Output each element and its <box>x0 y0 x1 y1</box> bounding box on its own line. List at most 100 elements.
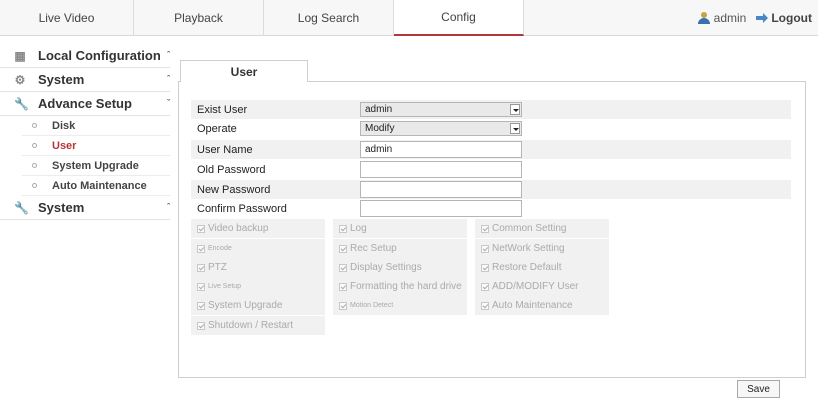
sidebar-item-label: Auto Maintenance <box>52 179 147 192</box>
user-name-row: User Name admin <box>191 140 791 159</box>
perm-label: Auto Maintenance <box>492 300 573 311</box>
tab-user[interactable]: User <box>180 60 308 82</box>
bullet-icon <box>32 183 37 188</box>
wrench-icon: 🔧 <box>14 201 29 215</box>
sidebar-system[interactable]: ⚙ System ˆ <box>0 68 170 92</box>
section-label: System <box>38 200 85 215</box>
tab-config[interactable]: Config <box>394 0 524 36</box>
perm-label: Video backup <box>208 223 269 234</box>
save-button[interactable]: Save <box>737 380 780 398</box>
bullet-icon <box>32 123 37 128</box>
perm-label: Rec Setup <box>350 243 397 254</box>
perm-label: Display Settings <box>350 262 422 273</box>
perm-label: Log <box>350 223 367 234</box>
tab-live-video[interactable]: Live Video <box>0 0 134 36</box>
confirm-password-row: Confirm Password <box>191 199 791 218</box>
checkbox-icon <box>481 224 489 233</box>
dropdown-arrow-icon <box>510 104 520 115</box>
select-value: admin <box>365 104 393 115</box>
perm-label: Encode <box>208 245 232 252</box>
checkbox-icon <box>339 224 347 233</box>
user-name-input[interactable]: admin <box>360 141 522 158</box>
wrench-icon: 🔧 <box>14 97 29 111</box>
top-nav: Live Video Playback Log Search Config ad… <box>0 0 818 36</box>
new-password-label: New Password <box>197 183 271 196</box>
old-password-label: Old Password <box>197 163 266 176</box>
perm-label: Motion Detect <box>350 302 394 309</box>
checkbox-icon <box>339 244 347 253</box>
perm-log[interactable]: Log <box>333 219 467 238</box>
new-password-input[interactable] <box>360 181 522 198</box>
perm-formatting-hard-drive[interactable]: Formatting the hard drive <box>333 277 467 296</box>
checkbox-icon <box>481 263 489 272</box>
perm-video-backup[interactable]: Video backup <box>191 219 325 238</box>
sidebar-item-system-upgrade[interactable]: System Upgrade <box>22 156 170 176</box>
checkbox-icon <box>481 244 489 253</box>
user-icon <box>697 12 710 24</box>
checkbox-icon <box>197 263 205 272</box>
perm-label: Restore Default <box>492 262 562 273</box>
checkbox-icon <box>481 282 489 291</box>
monitor-icon: ▦ <box>14 49 26 63</box>
checkbox-icon <box>197 321 205 330</box>
perm-system-upgrade[interactable]: System Upgrade <box>191 296 325 315</box>
perm-display-settings[interactable]: Display Settings <box>333 258 467 277</box>
perm-shutdown-restart[interactable]: Shutdown / Restart <box>191 316 325 335</box>
sidebar-item-label: User <box>52 139 77 152</box>
chevron-up-icon: ˆ <box>167 74 170 84</box>
perm-encode[interactable]: Encode <box>191 239 325 258</box>
perm-rec-setup[interactable]: Rec Setup <box>333 239 467 258</box>
perm-motion-detect[interactable]: Motion Detect <box>333 296 467 315</box>
perm-auto-maintenance[interactable]: Auto Maintenance <box>475 296 609 315</box>
sidebar-item-user[interactable]: User <box>22 136 170 156</box>
user-area: admin Logout <box>697 0 818 36</box>
confirm-password-input[interactable] <box>360 200 522 217</box>
logout-link[interactable]: Logout <box>756 11 812 25</box>
sidebar-item-disk[interactable]: Disk <box>22 116 170 136</box>
sidebar: ▦ Local Configuration ˆ ⚙ System ˆ 🔧 Adv… <box>0 44 170 220</box>
checkbox-icon <box>339 301 347 310</box>
perm-restore-default[interactable]: Restore Default <box>475 258 609 277</box>
sidebar-local-configuration[interactable]: ▦ Local Configuration ˆ <box>0 44 170 68</box>
checkbox-icon <box>197 301 205 310</box>
tab-log-search[interactable]: Log Search <box>264 0 394 36</box>
app-root: Live Video Playback Log Search Config ad… <box>0 0 818 407</box>
perm-ptz[interactable]: PTZ <box>191 258 325 277</box>
exist-user-row: Exist User admin <box>191 100 791 119</box>
perm-live-setup[interactable]: Live Setup <box>191 277 325 296</box>
section-label: Local Configuration <box>38 48 161 63</box>
sidebar-item-label: System Upgrade <box>52 159 139 172</box>
operate-select[interactable]: Modify <box>360 121 522 136</box>
sidebar-advance-setup[interactable]: 🔧 Advance Setup ˇ <box>0 92 170 116</box>
chevron-up-icon: ˆ <box>167 50 170 60</box>
checkbox-icon <box>339 263 347 272</box>
bullet-icon <box>32 143 37 148</box>
perm-add-modify-user[interactable]: ADD/MODIFY User <box>475 277 609 296</box>
tab-label: Playback <box>174 11 223 25</box>
bullet-icon <box>32 163 37 168</box>
sidebar-item-auto-maintenance[interactable]: Auto Maintenance <box>22 176 170 196</box>
checkbox-icon <box>481 301 489 310</box>
select-value: Modify <box>365 123 395 134</box>
old-password-row: Old Password <box>191 160 791 179</box>
tab-label: Live Video <box>38 11 95 25</box>
checkbox-icon <box>197 282 205 291</box>
operate-row: Operate Modify <box>191 119 791 138</box>
confirm-password-label: Confirm Password <box>197 202 287 215</box>
chevron-up-icon: ˆ <box>167 202 170 212</box>
sidebar-system-2[interactable]: 🔧 System ˆ <box>0 196 170 220</box>
perm-network-setting[interactable]: NetWork Setting <box>475 239 609 258</box>
section-label: System <box>38 72 85 87</box>
checkbox-icon <box>339 282 347 291</box>
checkbox-icon <box>197 224 205 233</box>
logout-icon <box>756 13 769 23</box>
old-password-input[interactable] <box>360 161 522 178</box>
exist-user-select[interactable]: admin <box>360 102 522 117</box>
tab-playback[interactable]: Playback <box>134 0 264 36</box>
chevron-down-icon: ˇ <box>167 98 170 108</box>
perm-common-setting[interactable]: Common Setting <box>475 219 609 238</box>
current-user: admin <box>697 11 746 25</box>
tab-label: Log Search <box>297 11 360 25</box>
perm-label: ADD/MODIFY User <box>492 281 579 292</box>
perm-label: PTZ <box>208 262 227 273</box>
